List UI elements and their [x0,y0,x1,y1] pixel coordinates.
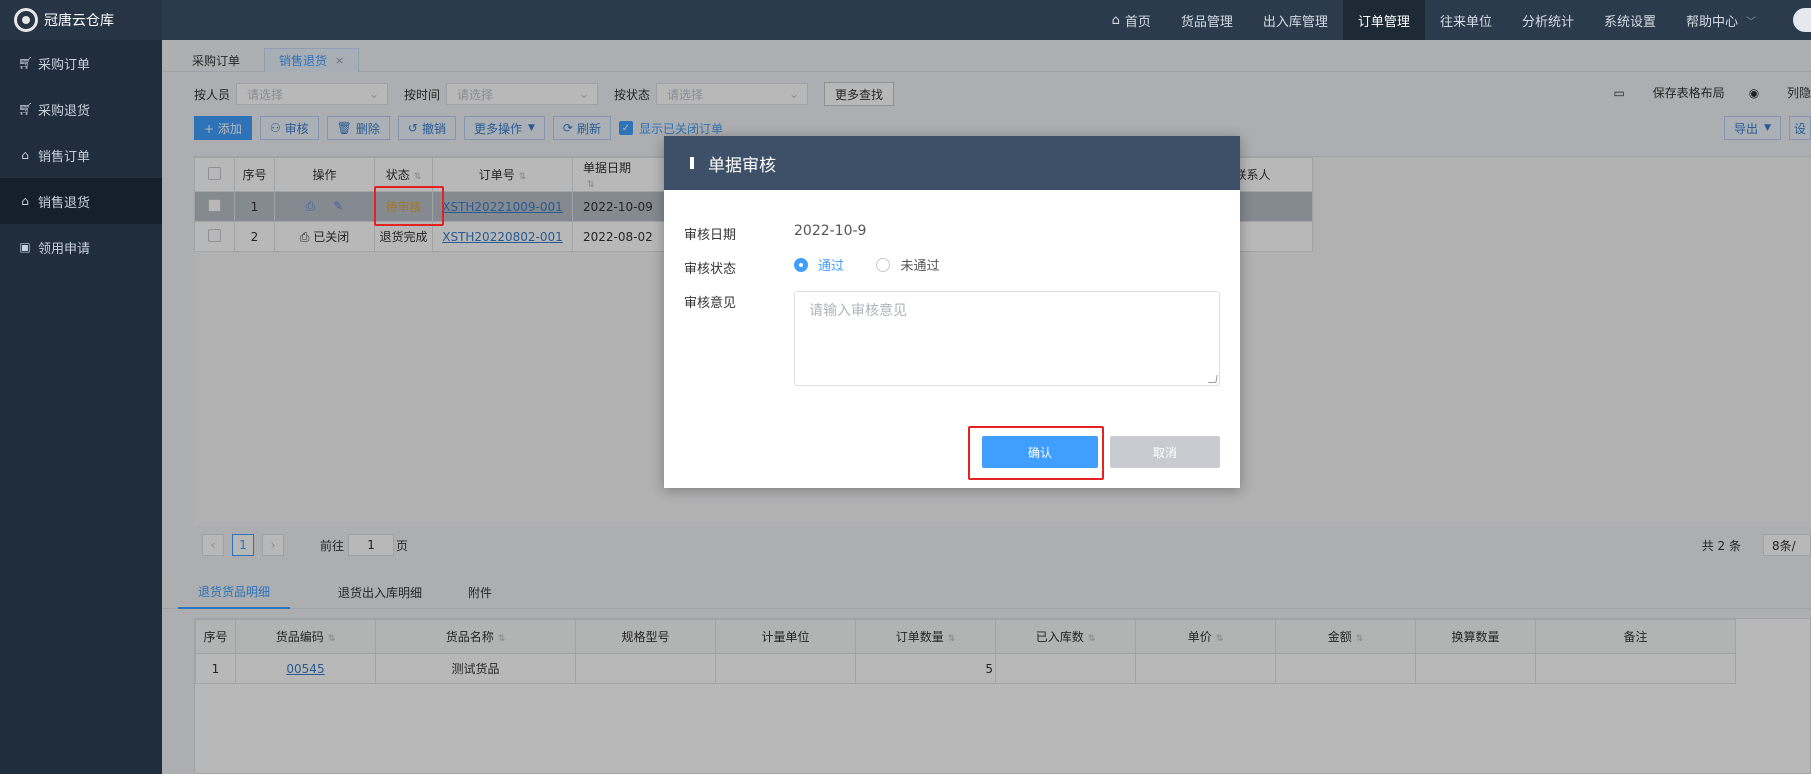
sidebar-item-label: 销售订单 [38,149,91,165]
cart-icon: 🛒︎ [18,102,34,116]
nav-label: 货品管理 [1180,14,1233,30]
sidebar-item-sales-order[interactable]: ⌂ 销售订单 [0,132,162,178]
nav-label: 系统设置 [1603,14,1656,30]
highlight-status-box [374,186,444,226]
dialog-header: 单据审核 [664,136,1240,190]
radio-label: 通过 [818,259,845,274]
top-bar: ⌂ 首页 货品管理 出入库管理 订单管理 往来单位 分析统计 系统设置 帮助中心 ﹀ [162,0,1811,40]
highlight-confirm-box [968,426,1104,480]
cart-icon: 🛒︎ [18,56,34,70]
nav-home[interactable]: ⌂ 首页 [1097,0,1166,40]
audit-dialog: 单据审核 审核日期 2022-10-9 审核状态 通过 未通过 审核意见 请输入… [664,136,1240,488]
nav-analytics[interactable]: 分析统计 [1507,0,1589,40]
nav-inout[interactable]: 出入库管理 [1248,0,1343,40]
avatar[interactable] [1793,8,1811,32]
sidebar-item-label: 采购退货 [38,103,91,119]
nav-label: 首页 [1124,14,1151,30]
sidebar-item-purchase-return[interactable]: 🛒︎ 采购退货 [0,86,162,132]
sidebar-item-sales-return[interactable]: ⌂ 销售退货 [0,178,162,224]
nav-orders[interactable]: 订单管理 [1342,0,1425,40]
audit-status-radios: 通过 未通过 [794,255,967,276]
textarea-placeholder: 请输入审核意见 [809,303,907,319]
dialog-title: 单据审核 [708,155,776,176]
app-logo[interactable]: 冠唐云仓库 [0,0,162,40]
nav-goods[interactable]: 货品管理 [1166,0,1248,40]
top-nav: ⌂ 首页 货品管理 出入库管理 订单管理 往来单位 分析统计 系统设置 帮助中心 ﹀ [1097,0,1771,40]
nav-partners[interactable]: 往来单位 [1425,0,1507,40]
audit-opinion-textarea[interactable]: 请输入审核意见 [794,291,1220,386]
app-name: 冠唐云仓库 [44,13,114,29]
cancel-button[interactable]: 取消 [1110,436,1220,468]
nav-label: 出入库管理 [1262,14,1328,30]
bag-icon: ⌂ [21,194,29,208]
resize-grip-icon[interactable] [1208,375,1218,383]
title-bar-icon [690,157,694,169]
sidebar-item-requisition[interactable]: ▣ 领用申请 [0,224,162,270]
radio-pass[interactable]: 通过 [794,255,844,274]
sidebar-item-label: 领用申请 [38,241,91,257]
sidebar-item-label: 销售退货 [38,195,91,211]
nav-label: 帮助中心 [1685,14,1738,30]
logo-icon [14,8,38,32]
audit-opinion-label: 审核意见 [684,296,737,311]
nav-settings[interactable]: 系统设置 [1589,0,1671,40]
nav-label: 分析统计 [1521,14,1574,30]
chevron-down-icon: ﹀ [1746,16,1756,28]
sidebar: 冠唐云仓库 🛒︎ 采购订单 🛒︎ 采购退货 ⌂ 销售订单 ⌂ 销售退货 ▣ 领用… [0,0,162,774]
audit-status-label: 审核状态 [684,262,737,277]
sidebar-item-purchase-order[interactable]: 🛒︎ 采购订单 [0,40,162,86]
sidebar-item-label: 采购订单 [38,57,91,73]
radio-dot [876,257,891,272]
box-icon: ▣ [19,240,31,254]
radio-dot [794,257,808,272]
nav-label: 往来单位 [1439,14,1492,30]
nav-help[interactable]: 帮助中心 ﹀ [1671,0,1771,40]
nav-label: 订单管理 [1357,14,1410,30]
audit-date-value: 2022-10-9 [794,223,867,239]
audit-date-label: 审核日期 [684,228,737,243]
home-icon: ⌂ [1111,12,1120,28]
radio-fail[interactable]: 未通过 [876,255,939,274]
bag-icon: ⌂ [21,148,29,162]
radio-label: 未通过 [900,259,940,274]
